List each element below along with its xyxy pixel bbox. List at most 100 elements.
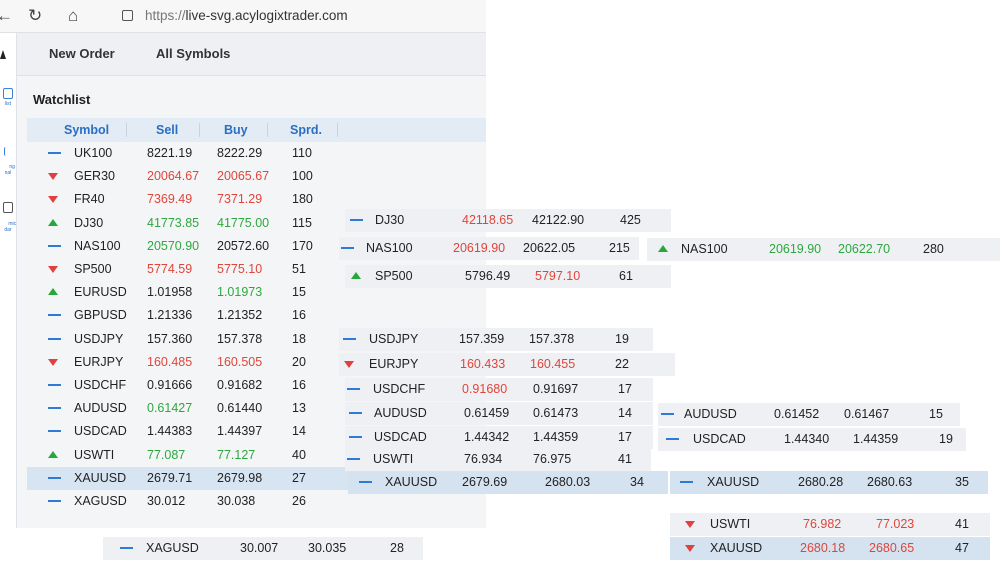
- spread-cell: 17: [618, 430, 632, 444]
- symbol-cell: AUDUSD: [74, 401, 127, 416]
- ghost-row[interactable]: DJ30 42118.65 42122.90 425: [345, 209, 671, 232]
- signal-icon: [3, 147, 13, 156]
- header-symbol[interactable]: Symbol: [64, 123, 109, 137]
- sell-cell: 160.433: [460, 357, 506, 371]
- address-bar[interactable]: https://live-svg.acylogixtrader.com: [122, 6, 348, 26]
- ghost-row[interactable]: USWTI 76.934 76.975 41: [345, 448, 651, 471]
- symbol-cell: GER30: [74, 169, 115, 184]
- spread-cell: 18: [292, 331, 306, 346]
- spread-cell: 13: [292, 401, 306, 416]
- sell-cell: 77.087: [147, 447, 186, 462]
- ghost-row[interactable]: XAGUSD 30.007 30.035 28: [103, 537, 423, 560]
- symbol-cell: USDCAD: [693, 432, 746, 446]
- sell-cell: 20619.90: [769, 242, 822, 256]
- symbol-cell: USDJPY: [369, 332, 419, 346]
- sell-cell: 42118.65: [462, 213, 514, 227]
- buy-cell: 5797.10: [535, 269, 581, 283]
- buy-cell: 0.91682: [217, 378, 263, 392]
- spread-cell: 26: [292, 494, 306, 508]
- sell-cell: 76.982: [803, 517, 842, 531]
- ghost-row[interactable]: NAS100 20619.90 20622.05 215: [339, 237, 639, 260]
- rail-signal-label: ng nal: [4, 164, 15, 176]
- sell-cell: 0.91666: [147, 378, 193, 392]
- spread-cell: 215: [609, 241, 630, 255]
- no-change-icon: [48, 420, 62, 443]
- down-arrow-icon: [48, 258, 62, 281]
- buy-cell: 20572.60: [217, 238, 270, 253]
- top-nav: New Order All Symbols: [17, 33, 486, 76]
- spread-cell: 280: [923, 242, 944, 256]
- buy-cell: 157.378: [217, 331, 263, 346]
- spread-cell: 40: [292, 447, 306, 462]
- header-spread[interactable]: Sprd.: [290, 123, 322, 137]
- sell-cell: 30.012: [147, 494, 186, 508]
- spread-cell: 16: [292, 378, 306, 392]
- table-row[interactable]: UK100 8221.19 8222.29 110: [27, 142, 486, 165]
- buy-cell: 157.378: [529, 332, 575, 346]
- tab-new-order[interactable]: New Order: [49, 46, 115, 61]
- rail-watchlist[interactable]: list: [0, 88, 16, 107]
- spread-cell: 100: [292, 169, 313, 184]
- sell-cell: 0.61459: [464, 406, 510, 420]
- reload-icon[interactable]: ↻: [28, 6, 42, 26]
- spread-cell: 34: [630, 475, 644, 489]
- header-divider: [199, 123, 200, 137]
- sell-cell: 5774.59: [147, 262, 193, 276]
- url-protocol: https://: [145, 8, 186, 23]
- sell-cell: 0.61452: [774, 407, 820, 421]
- buy-cell: 8222.29: [217, 146, 263, 160]
- ghost-row[interactable]: NAS100 20619.90 20622.70 280: [647, 238, 1000, 261]
- tab-all-symbols[interactable]: All Symbols: [156, 46, 230, 61]
- ghost-row[interactable]: AUDUSD 0.61459 0.61473 14: [345, 402, 653, 425]
- ghost-row[interactable]: USDCAD 1.44340 1.44359 19: [658, 428, 966, 451]
- back-arrow-icon[interactable]: ←: [0, 6, 13, 26]
- buy-cell: 41775.00: [217, 215, 270, 230]
- no-change-icon: [48, 374, 62, 397]
- no-change-icon: [120, 537, 134, 560]
- up-arrow-icon: [48, 444, 62, 467]
- sell-cell: 2679.71: [147, 470, 193, 485]
- table-row[interactable]: GBPUSD 1.21336 1.21352 16: [27, 304, 486, 327]
- ghost-row[interactable]: XAUUSD 2679.69 2680.03 34: [348, 471, 668, 494]
- header-sell[interactable]: Sell: [156, 123, 178, 137]
- ghost-row[interactable]: XAUUSD 2680.28 2680.63 35: [670, 471, 988, 494]
- spread-cell: 14: [618, 406, 632, 420]
- no-change-icon: [48, 328, 62, 351]
- symbol-cell: XAUUSD: [74, 470, 127, 485]
- symbol-cell: XAGUSD: [74, 494, 127, 508]
- sell-cell: 0.61427: [147, 401, 193, 416]
- table-row[interactable]: FR40 7369.49 7371.29 180: [27, 188, 486, 211]
- ghost-row[interactable]: USDCHF 0.91680 0.91697 17: [345, 378, 653, 401]
- ghost-row[interactable]: EURJPY 160.433 160.455 22: [339, 353, 675, 376]
- rail-economic-calendar[interactable]: mic dar: [0, 190, 16, 239]
- symbol-cell: AUDUSD: [374, 406, 427, 420]
- buy-cell: 2680.63: [867, 475, 913, 489]
- ghost-row[interactable]: AUDUSD 0.61452 0.61467 15: [658, 403, 960, 426]
- buy-cell: 20065.67: [217, 169, 270, 184]
- sell-cell: 2680.18: [800, 541, 846, 555]
- symbol-cell: UK100: [74, 146, 113, 160]
- sell-cell: 2679.69: [462, 475, 508, 489]
- header-buy[interactable]: Buy: [224, 123, 248, 137]
- symbol-cell: GBPUSD: [74, 308, 127, 323]
- buy-cell: 160.455: [530, 357, 576, 371]
- table-row[interactable]: GER30 20064.67 20065.67 100: [27, 165, 486, 188]
- buy-cell: 1.01973: [217, 285, 263, 300]
- rail-trading-signal[interactable]: ng nal: [0, 135, 16, 182]
- symbol-cell: EURUSD: [74, 285, 127, 300]
- ghost-row[interactable]: USDJPY 157.359 157.378 19: [339, 328, 653, 351]
- buy-cell: 5775.10: [217, 262, 263, 276]
- buy-cell: 7371.29: [217, 192, 263, 207]
- symbol-cell: DJ30: [375, 213, 405, 227]
- down-arrow-icon: [48, 351, 62, 374]
- left-rail: list ng nal mic dar: [0, 33, 17, 528]
- ghost-row[interactable]: USDCAD 1.44342 1.44359 17: [345, 426, 653, 449]
- sell-cell: 20570.90: [147, 238, 200, 253]
- no-change-icon: [347, 448, 361, 471]
- home-icon[interactable]: ⌂: [68, 6, 78, 26]
- buy-cell: 1.44359: [533, 430, 579, 444]
- spread-cell: 110: [292, 146, 312, 160]
- ghost-row[interactable]: XAUUSD 2680.18 2680.65 47: [670, 537, 990, 560]
- ghost-row[interactable]: SP500 5796.49 5797.10 61: [345, 265, 671, 288]
- ghost-row[interactable]: USWTI 76.982 77.023 41: [670, 513, 990, 536]
